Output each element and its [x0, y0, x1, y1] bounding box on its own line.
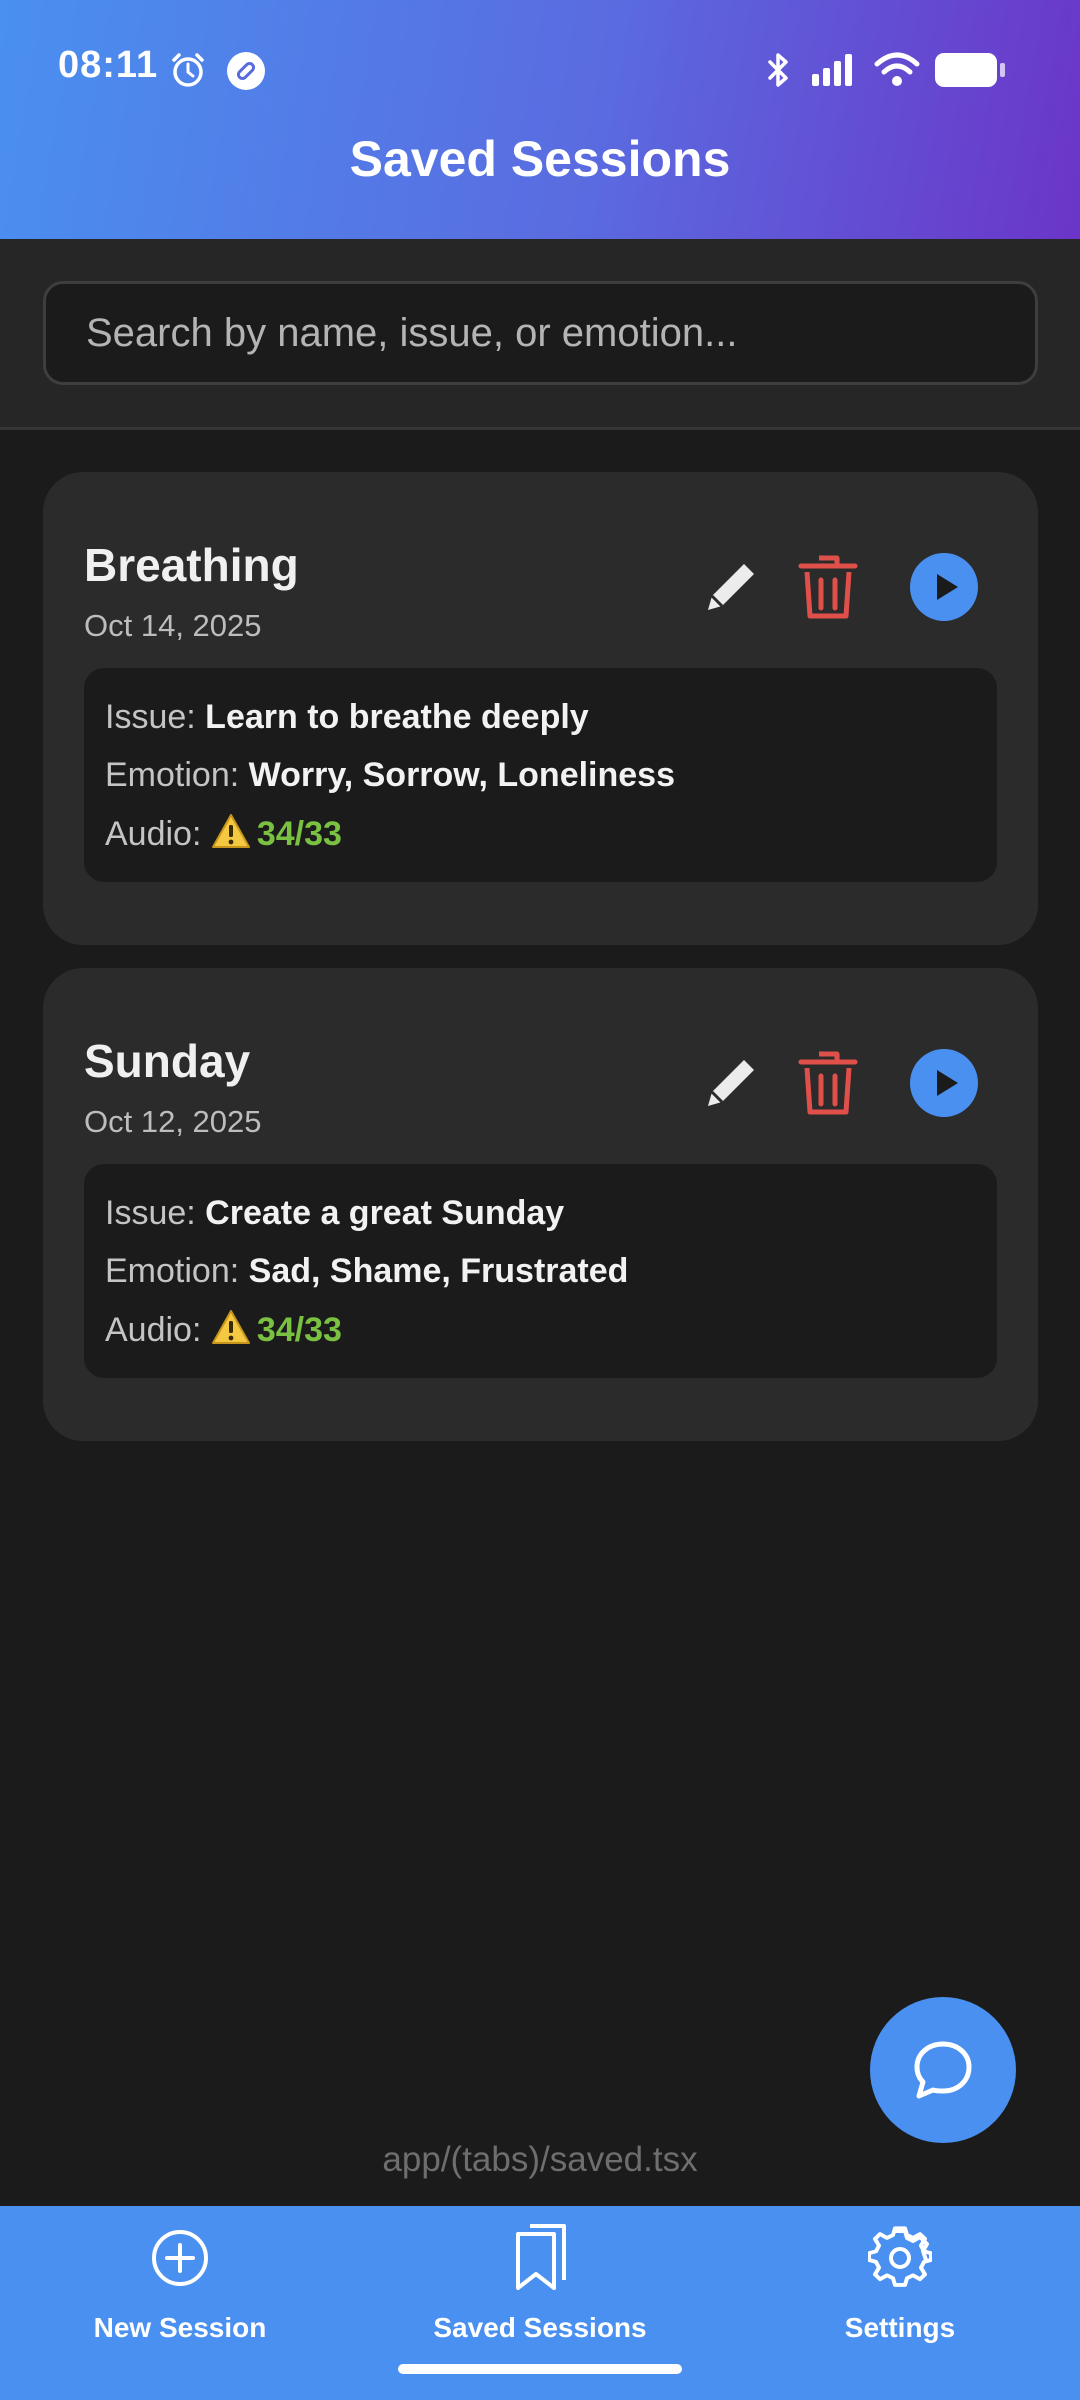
route-label: app/(tabs)/saved.tsx — [382, 2140, 698, 2179]
status-time: 08:11 — [58, 44, 159, 86]
edit-icon[interactable] — [698, 554, 764, 620]
app-header: 08:11 Saved Sessions — [0, 0, 1080, 239]
audio-label: Audio: — [105, 815, 202, 853]
page-title: Saved Sessions — [349, 131, 731, 187]
emotion-label: Emotion: — [105, 756, 240, 794]
plus-circle-icon — [152, 2230, 208, 2286]
emotion-row: Emotion: Worry, Sorrow, Loneliness — [105, 756, 675, 795]
trash-icon[interactable] — [797, 552, 859, 622]
gear-icon — [868, 2226, 932, 2287]
alarm-icon — [172, 53, 204, 87]
tab-settings[interactable]: Settings — [720, 2206, 1080, 2400]
emotion-row: Emotion: Sad, Shame, Frustrated — [105, 1252, 628, 1291]
tab-label: New Session — [93, 2312, 267, 2343]
issue-row: Issue: Create a great Sunday — [105, 1194, 564, 1233]
wifi-icon — [874, 52, 920, 86]
audio-label: Audio: — [105, 1311, 202, 1349]
session-name: Sunday — [84, 1035, 251, 1087]
bookmarks-icon — [516, 2224, 566, 2290]
tab-new-session[interactable]: New Session — [0, 2206, 360, 2400]
emotion-label: Emotion: — [105, 1252, 240, 1290]
audio-value: 34/33 — [256, 815, 342, 853]
issue-value: Learn to breathe deeply — [205, 698, 589, 736]
chat-fab-button[interactable] — [870, 1997, 1016, 2143]
audio-value: 34/33 — [256, 1311, 342, 1349]
audio-row: Audio: 34/33 — [105, 813, 342, 854]
signal-icon — [812, 54, 852, 86]
status-bar: 08:11 — [0, 0, 1080, 136]
session-date: Oct 14, 2025 — [84, 608, 262, 643]
warning-icon — [211, 814, 250, 848]
session-card[interactable]: Breathing Oct 14, 2025 Issue: Learn to b… — [43, 472, 1038, 945]
session-name: Breathing — [84, 539, 299, 591]
pill-app-icon — [227, 52, 265, 90]
battery-icon — [935, 53, 1005, 87]
issue-value: Create a great Sunday — [205, 1194, 565, 1232]
issue-row: Issue: Learn to breathe deeply — [105, 698, 589, 737]
session-date: Oct 12, 2025 — [84, 1104, 262, 1139]
play-button[interactable] — [909, 552, 979, 622]
session-details: Issue: Learn to breathe deeply Emotion: … — [84, 668, 997, 882]
edit-icon[interactable] — [698, 1050, 764, 1116]
emotion-value: Sad, Shame, Frustrated — [248, 1252, 629, 1290]
session-card[interactable]: Sunday Oct 12, 2025 Issue: Create a grea… — [43, 968, 1038, 1441]
home-indicator — [398, 2364, 682, 2374]
session-details: Issue: Create a great Sunday Emotion: Sa… — [84, 1164, 997, 1378]
trash-icon[interactable] — [797, 1048, 859, 1118]
audio-row: Audio: 34/33 — [105, 1309, 342, 1350]
tab-label: Saved Sessions — [433, 2312, 647, 2343]
bluetooth-icon — [768, 53, 788, 87]
warning-icon — [211, 1310, 250, 1344]
emotion-value: Worry, Sorrow, Loneliness — [248, 756, 675, 794]
play-button[interactable] — [909, 1048, 979, 1118]
chat-bubble-icon — [914, 2041, 972, 2099]
search-bar — [0, 239, 1080, 430]
search-input[interactable] — [43, 281, 1038, 385]
issue-label: Issue: — [105, 698, 196, 736]
issue-label: Issue: — [105, 1194, 196, 1232]
tab-label: Settings — [844, 2312, 956, 2343]
